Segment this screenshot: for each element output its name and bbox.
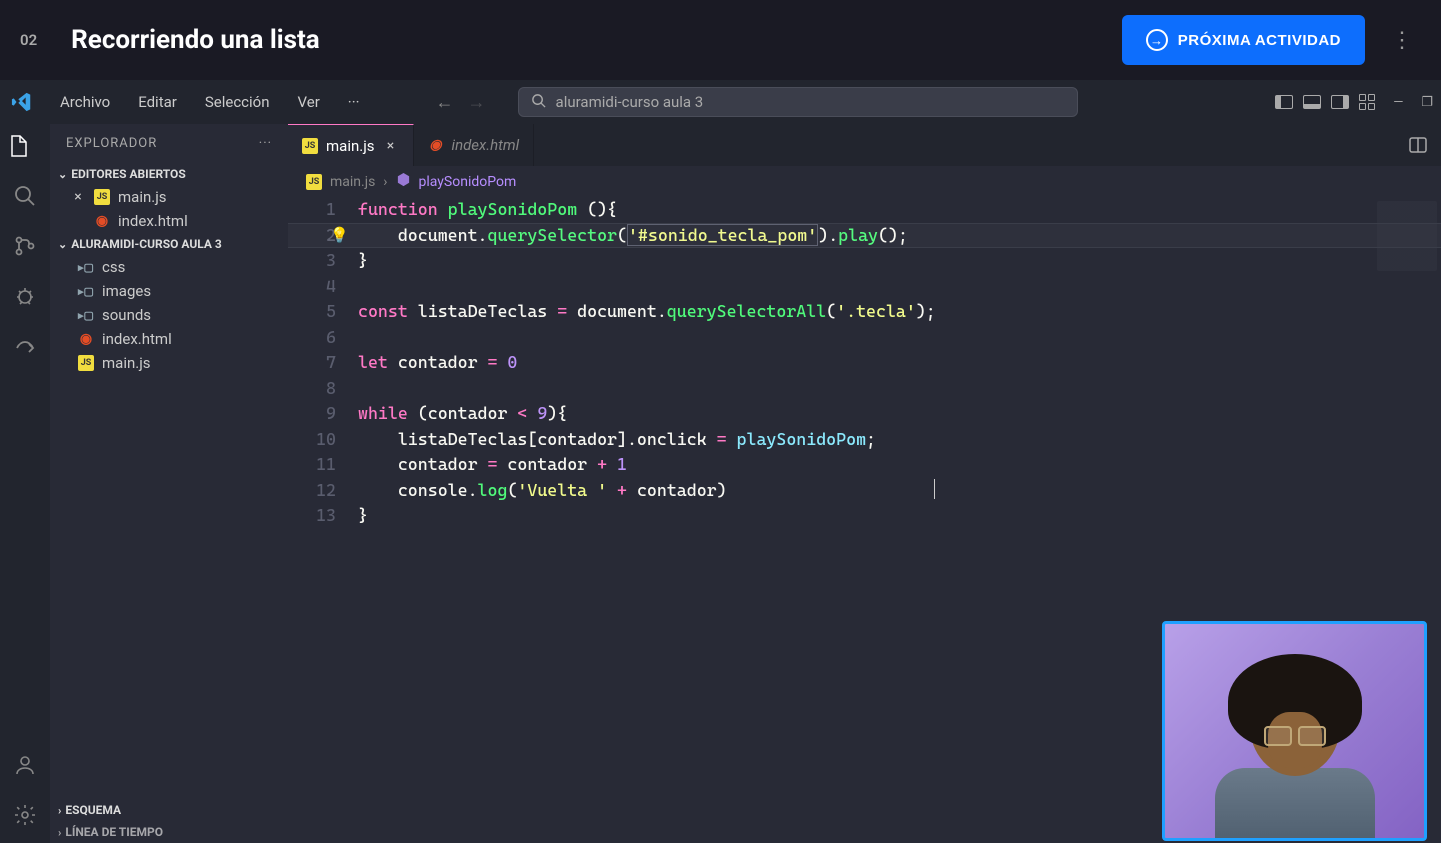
html-file-icon: ◉ xyxy=(428,137,444,153)
js-file-icon: JS xyxy=(306,174,322,190)
code-line-8[interactable] xyxy=(358,376,1441,402)
tabs-bar: JS main.js × ◉ index.html xyxy=(288,124,1441,166)
lesson-title: Recorriendo una lista xyxy=(71,25,320,55)
html-file-icon: ◉ xyxy=(78,331,94,347)
folder-icon: ▸▢ xyxy=(78,283,94,299)
tab-label: index.html xyxy=(452,136,520,154)
vscode-logo-icon xyxy=(8,88,36,116)
breadcrumb-file: main.js xyxy=(330,174,375,190)
code-line-12[interactable]: console.log('Vuelta ' + contador) xyxy=(358,478,1441,504)
next-activity-button[interactable]: → PRÓXIMA ACTIVIDAD xyxy=(1122,15,1365,65)
tab-label: main.js xyxy=(326,137,375,155)
lightbulb-icon[interactable]: 💡 xyxy=(330,223,349,249)
workspace-item[interactable]: ◉ index.html xyxy=(50,327,288,351)
js-file-icon: JS xyxy=(302,138,318,154)
section-open-editors[interactable]: ⌄ EDITORES ABIERTOS xyxy=(50,163,288,185)
code-line-3[interactable]: } xyxy=(358,248,1441,274)
folder-icon: ▸▢ xyxy=(78,307,94,323)
js-file-icon: JS xyxy=(78,355,94,371)
chevron-down-icon: ⌄ xyxy=(58,238,67,251)
command-center[interactable]: aluramidi-curso aula 3 xyxy=(518,87,1078,117)
arrow-right-circle-icon: → xyxy=(1146,29,1168,51)
code-line-1[interactable]: function playSonidoPom (){ xyxy=(358,197,1441,223)
chevron-right-icon: › xyxy=(58,826,61,839)
share-icon[interactable] xyxy=(11,332,39,360)
open-editor-item[interactable]: × JS main.js xyxy=(50,185,288,209)
webcam-overlay xyxy=(1162,621,1427,841)
menu-more-icon[interactable]: ··· xyxy=(336,87,372,117)
open-editor-item[interactable]: ◉ index.html xyxy=(50,209,288,233)
minimize-icon[interactable]: — xyxy=(1393,95,1403,110)
code-line-7[interactable]: let contador = 0 xyxy=(358,350,1441,376)
search-icon[interactable] xyxy=(11,182,39,210)
file-name: images xyxy=(102,282,151,300)
panel-right-icon[interactable] xyxy=(1331,95,1349,109)
sidebar-more-icon[interactable]: ··· xyxy=(259,136,272,151)
text-cursor xyxy=(934,479,935,499)
close-icon[interactable]: × xyxy=(383,138,399,154)
code-line-10[interactable]: listaDeTeclas[contador].onclick = playSo… xyxy=(358,427,1441,453)
source-control-icon[interactable] xyxy=(11,232,39,260)
symbol-method-icon xyxy=(396,172,411,191)
lesson-number: 02 xyxy=(20,31,37,49)
close-icon[interactable]: × xyxy=(70,189,86,205)
settings-gear-icon[interactable] xyxy=(11,801,39,829)
menu-file[interactable]: Archivo xyxy=(48,87,122,117)
search-icon xyxy=(531,93,546,112)
panel-bottom-icon[interactable] xyxy=(1303,95,1321,109)
layout-grid-icon[interactable] xyxy=(1359,94,1375,110)
section-workspace[interactable]: ⌄ ALURAMIDI-CURSO AULA 3 xyxy=(50,233,288,255)
activity-bar xyxy=(0,124,50,843)
file-name: index.html xyxy=(118,212,188,230)
sidebar: EXPLORADOR ··· ⌄ EDITORES ABIERTOS × JS ma… xyxy=(50,124,288,843)
explorer-icon[interactable] xyxy=(0,132,39,160)
titlebar: Archivo Editar Selección Ver ··· ← → alu… xyxy=(0,80,1441,124)
sidebar-title: EXPLORADOR xyxy=(66,136,157,151)
breadcrumb-symbol: playSonidoPom xyxy=(419,174,517,190)
js-file-icon: JS xyxy=(94,189,110,205)
menu-edit[interactable]: Editar xyxy=(126,87,189,117)
folder-icon: ▸▢ xyxy=(78,259,94,275)
code-line-9[interactable]: while (contador < 9){ xyxy=(358,401,1441,427)
debug-icon[interactable] xyxy=(11,282,39,310)
breadcrumb[interactable]: JS main.js › playSonidoPom xyxy=(288,166,1441,197)
file-name: sounds xyxy=(102,306,151,324)
html-file-icon: ◉ xyxy=(94,213,110,229)
code-line-6[interactable] xyxy=(358,325,1441,351)
nav-forward-icon[interactable]: → xyxy=(468,92,486,113)
minimap[interactable] xyxy=(1377,201,1437,271)
menu-selection[interactable]: Selección xyxy=(193,87,282,117)
restore-icon[interactable]: ❐ xyxy=(1421,95,1433,110)
tab-index-html[interactable]: ◉ index.html xyxy=(414,124,535,166)
file-name: main.js xyxy=(118,188,167,206)
panel-left-icon[interactable] xyxy=(1275,95,1293,109)
account-icon[interactable] xyxy=(11,751,39,779)
workspace-item[interactable]: JS main.js xyxy=(50,351,288,375)
file-name: index.html xyxy=(102,330,172,348)
chevron-right-icon: › xyxy=(383,174,387,190)
tab-main-js[interactable]: JS main.js × xyxy=(288,124,414,166)
section-outline[interactable]: › ESQUEMA xyxy=(50,799,288,821)
menu-view[interactable]: Ver xyxy=(286,87,332,117)
course-header: 02 Recorriendo una lista → PRÓXIMA ACTIV… xyxy=(0,0,1441,80)
command-center-text: aluramidi-curso aula 3 xyxy=(556,93,704,111)
file-name: css xyxy=(102,258,125,276)
code-line-13[interactable]: } xyxy=(358,503,1441,529)
workspace-item[interactable]: ▸▢ sounds xyxy=(50,303,288,327)
chevron-down-icon: ⌄ xyxy=(58,168,67,181)
code-line-5[interactable]: const listaDeTeclas = document.querySele… xyxy=(358,299,1441,325)
kebab-menu-icon[interactable]: ⋮ xyxy=(1383,28,1421,53)
chevron-right-icon: › xyxy=(58,804,61,817)
next-activity-label: PRÓXIMA ACTIVIDAD xyxy=(1178,32,1341,49)
code-line-11[interactable]: contador = contador + 1 xyxy=(358,452,1441,478)
workspace-item[interactable]: ▸▢ css xyxy=(50,255,288,279)
split-editor-icon[interactable] xyxy=(1395,124,1441,166)
nav-back-icon[interactable]: ← xyxy=(436,92,454,113)
code-line-4[interactable] xyxy=(358,274,1441,300)
workspace-item[interactable]: ▸▢ images xyxy=(50,279,288,303)
file-name: main.js xyxy=(102,354,151,372)
section-timeline[interactable]: › LÍNEA DE TIEMPO xyxy=(50,821,288,843)
